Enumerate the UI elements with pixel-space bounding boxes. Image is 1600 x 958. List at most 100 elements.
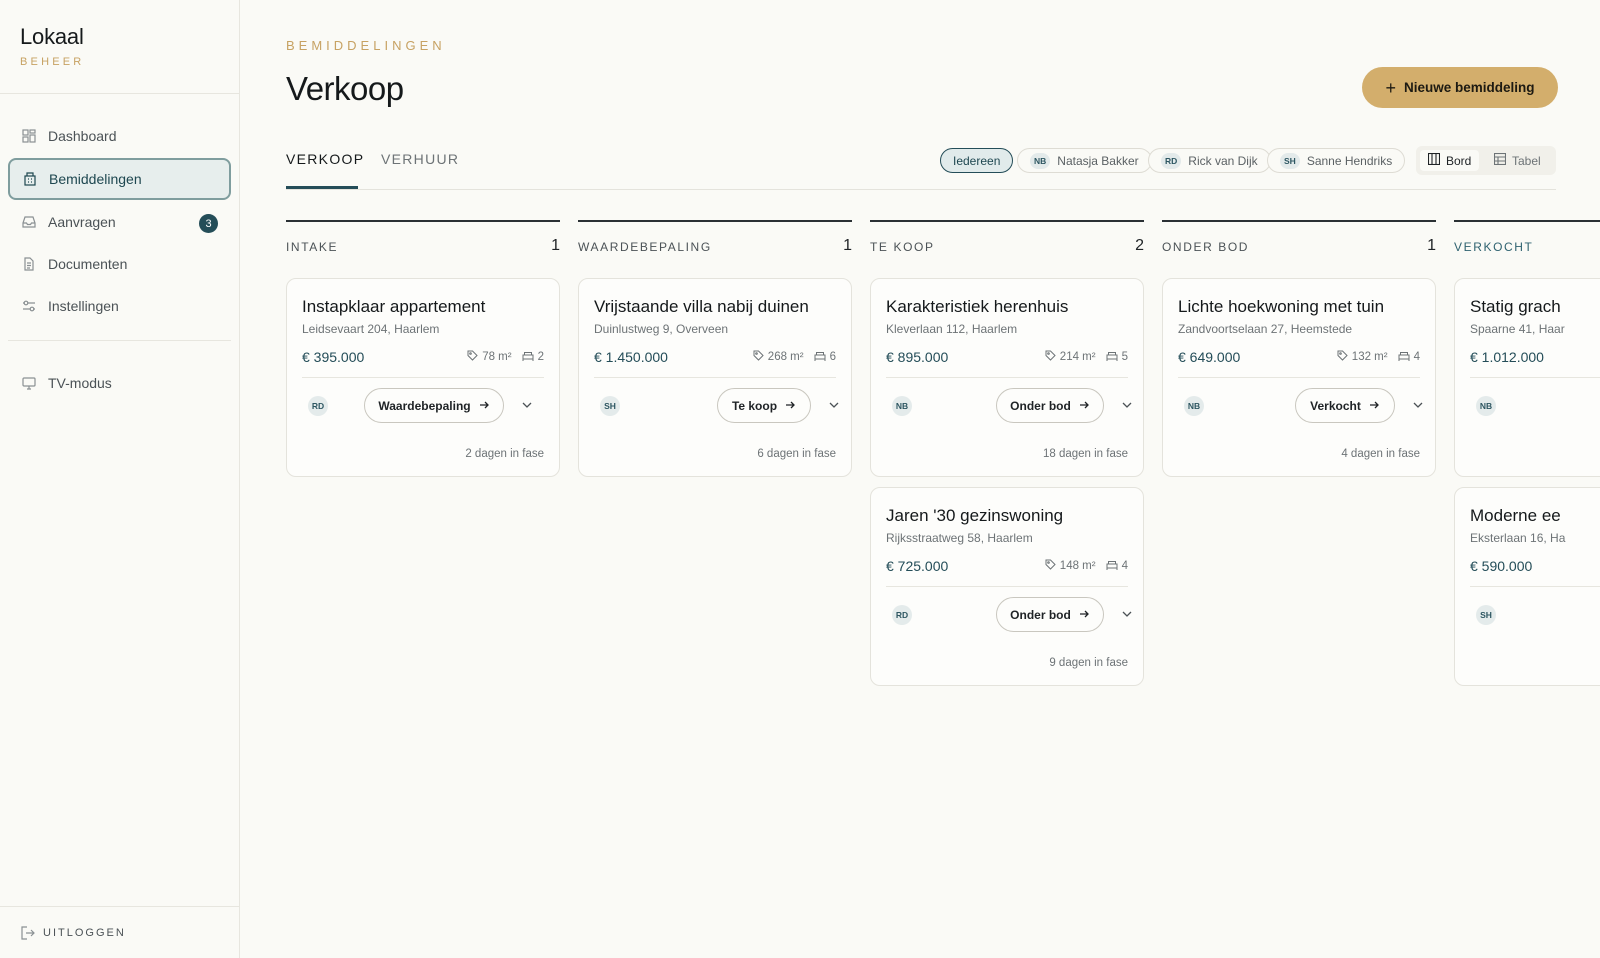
column-waardebepaling: WAARDEBEPALING 1 Vrijstaande villa nabij… — [578, 220, 852, 487]
column-header: VERKOCHT — [1454, 222, 1600, 278]
column-te-koop: TE KOOP 2 Karakteristiek herenhuis Kleve… — [870, 220, 1144, 696]
card-price: € 590.000 — [1470, 558, 1533, 574]
rooms-value: 4 — [1121, 560, 1128, 572]
view-table-label: Tabel — [1512, 153, 1541, 168]
new-mediation-button[interactable]: + Nieuwe bemiddeling — [1362, 67, 1558, 108]
arrow-right-icon — [1079, 399, 1090, 413]
sidebar-item-label: Dashboard — [48, 128, 117, 144]
area-value: 78 m² — [482, 351, 512, 363]
card-meta-row: € 1.450.000 268 m² 6 — [594, 348, 836, 366]
table-icon — [1493, 152, 1507, 168]
arrow-right-icon — [785, 399, 796, 413]
rooms-spec: 2 — [522, 351, 544, 364]
document-icon — [21, 257, 36, 272]
sidebar-item-aanvragen[interactable]: Aanvragen 3 — [8, 202, 231, 242]
mediation-card[interactable]: Statig grach Spaarne 41, Haar € 1.012.00… — [1454, 278, 1600, 477]
card-action-row: SH — [1470, 587, 1600, 643]
view-board-button[interactable]: Bord — [1420, 150, 1480, 171]
card-title: Lichte hoekwoning met tuin — [1178, 297, 1385, 316]
column-title: INTAKE — [286, 240, 339, 254]
card-specs: 268 m² 6 — [753, 350, 836, 364]
tab-verhuur[interactable]: VERHUUR — [381, 151, 459, 167]
column-header: ONDER BOD 1 — [1162, 222, 1436, 278]
advance-stage-button[interactable]: Te koop — [717, 388, 811, 423]
sidebar-item-tv-modus[interactable]: TV-modus — [8, 363, 231, 403]
card-title: Jaren '30 gezinswoning — [886, 506, 1064, 525]
chevron-down-icon[interactable] — [516, 394, 538, 416]
sidebar-item-instellingen[interactable]: Instellingen — [8, 286, 231, 326]
rooms-value: 5 — [1121, 351, 1128, 363]
column-header: INTAKE 1 — [286, 222, 560, 278]
column-title: WAARDEBEPALING — [578, 240, 712, 254]
days-in-phase: 18 dagen in fase — [1042, 448, 1128, 460]
card-meta-row: € 590.000 — [1470, 557, 1600, 575]
tag-icon — [467, 350, 478, 364]
logout-icon — [20, 925, 35, 940]
card-meta-row: € 1.012.000 — [1470, 348, 1600, 366]
area-spec: 132 m² — [1337, 350, 1388, 364]
mediation-card[interactable]: Jaren '30 gezinswoning Rijksstraatweg 58… — [870, 487, 1144, 686]
area-spec: 148 m² — [1045, 559, 1096, 573]
column-count: 1 — [551, 237, 560, 254]
mediation-card[interactable]: Instapklaar appartement Leidsevaart 204,… — [286, 278, 560, 477]
column-title: TE KOOP — [870, 240, 935, 254]
card-address: Leidsevaart 204, Haarlem — [302, 322, 440, 336]
mediation-card[interactable]: Lichte hoekwoning met tuin Zandvoortsela… — [1162, 278, 1436, 477]
card-title: Statig grach — [1470, 297, 1561, 316]
column-onder-bod: ONDER BOD 1 Lichte hoekwoning met tuin Z… — [1162, 220, 1436, 487]
filter-chip-label: Sanne Hendriks — [1306, 153, 1393, 168]
mediation-card[interactable]: Vrijstaande villa nabij duinen Duinlustw… — [578, 278, 852, 477]
chevron-down-icon[interactable] — [1407, 394, 1429, 416]
sidebar-item-label: Bemiddelingen — [49, 171, 142, 187]
advance-stage-button[interactable]: Verkocht — [1295, 388, 1395, 423]
tab-verkoop[interactable]: VERKOOP — [286, 151, 364, 167]
advance-stage-button[interactable]: Onder bod — [996, 597, 1104, 632]
advance-stage-label: Te koop — [731, 398, 778, 413]
brand-subtitle: BEHEER — [20, 56, 85, 68]
chevron-down-icon[interactable] — [823, 394, 845, 416]
sidebar-item-documenten[interactable]: Documenten — [8, 244, 231, 284]
sidebar-nav: Dashboard Bemiddelingen Aanvragen 3 Docu… — [0, 94, 239, 403]
card-specs: 78 m² 2 — [467, 350, 544, 364]
chevron-down-icon[interactable] — [1116, 603, 1138, 625]
card-meta-row: € 395.000 78 m² 2 — [302, 348, 544, 366]
area-value: 268 m² — [767, 351, 804, 363]
area-spec: 78 m² — [467, 350, 512, 364]
column-header: TE KOOP 2 — [870, 222, 1144, 278]
card-meta-row: € 895.000 214 m² 5 — [886, 348, 1128, 366]
chevron-down-icon[interactable] — [1116, 394, 1138, 416]
rooms-spec: 4 — [1106, 560, 1128, 573]
filter-chip-sanne-hendriks[interactable]: SH Sanne Hendriks — [1267, 148, 1406, 173]
column-count: 1 — [843, 237, 852, 254]
view-table-button[interactable]: Tabel — [1486, 150, 1549, 171]
column-count: 2 — [1135, 237, 1144, 254]
card-address: Zandvoortselaan 27, Heemstede — [1178, 322, 1353, 336]
sidebar-divider — [8, 340, 231, 341]
filter-chip-natasja-bakker[interactable]: NB Natasja Bakker — [1017, 148, 1152, 173]
filter-chip-label: Rick van Dijk — [1188, 153, 1258, 168]
filter-chip-label: Iedereen — [953, 153, 1001, 168]
advance-stage-button[interactable]: Onder bod — [996, 388, 1104, 423]
days-in-phase: 6 dagen in fase — [757, 448, 836, 460]
logout-button[interactable]: UITLOGGEN — [0, 906, 239, 958]
bed-icon — [1106, 351, 1118, 364]
card-specs: 132 m² 4 — [1337, 350, 1420, 364]
card-address: Kleverlaan 112, Haarlem — [886, 322, 1018, 336]
tag-icon — [1337, 350, 1348, 364]
advance-stage-button[interactable]: Waardebepaling — [364, 388, 504, 423]
days-in-phase: 4 dagen in fase — [1341, 448, 1420, 460]
agent-avatar: RD — [892, 605, 912, 625]
advance-stage-label: Verkocht — [1310, 398, 1361, 413]
filter-chip-rick-van-dijk[interactable]: RD Rick van Dijk — [1148, 148, 1271, 173]
mediation-card[interactable]: Moderne ee Eksterlaan 16, Ha € 590.000 S… — [1454, 487, 1600, 686]
filter-chip-iedereen[interactable]: Iedereen — [940, 148, 1014, 173]
sidebar-item-dashboard[interactable]: Dashboard — [8, 116, 231, 156]
brand: Lokaal BEHEER — [0, 0, 239, 94]
sidebar-item-bemiddelingen[interactable]: Bemiddelingen — [8, 158, 231, 200]
sidebar-item-label: Documenten — [48, 256, 128, 272]
arrow-right-icon — [1369, 399, 1380, 413]
rooms-value: 4 — [1413, 351, 1420, 363]
mediation-card[interactable]: Karakteristiek herenhuis Kleverlaan 112,… — [870, 278, 1144, 477]
plus-icon: + — [1385, 77, 1396, 98]
card-action-row: NB Onder bod — [886, 378, 1132, 434]
